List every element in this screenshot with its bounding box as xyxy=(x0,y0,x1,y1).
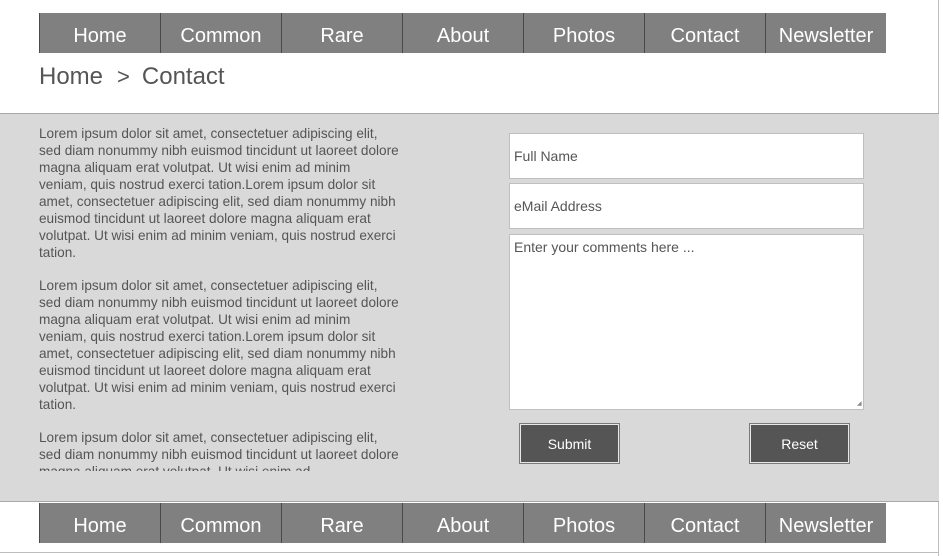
comments-field[interactable] xyxy=(509,234,864,410)
top-nav-common[interactable]: Common xyxy=(160,13,281,53)
top-nav-rare[interactable]: Rare xyxy=(281,13,402,53)
page-border-bottom xyxy=(0,552,939,553)
breadcrumb-separator: > xyxy=(117,64,130,89)
paragraph: Lorem ipsum dolor sit amet, consectetuer… xyxy=(39,430,399,471)
bottom-nav-rare[interactable]: Rare xyxy=(281,503,402,543)
bottom-nav-newsletter[interactable]: Newsletter xyxy=(765,503,886,543)
top-nav-about[interactable]: About xyxy=(402,13,523,53)
breadcrumb: Home > Contact xyxy=(39,62,225,92)
bottom-nav-contact[interactable]: Contact xyxy=(644,503,765,543)
breadcrumb-home[interactable]: Home xyxy=(39,62,103,92)
email-field[interactable] xyxy=(509,183,864,229)
submit-button[interactable]: Submit xyxy=(519,423,620,464)
full-name-field[interactable] xyxy=(509,133,864,179)
bottom-nav-photos[interactable]: Photos xyxy=(523,503,644,543)
paragraph: Lorem ipsum dolor sit amet, consectetuer… xyxy=(39,126,399,260)
bottom-nav-about[interactable]: About xyxy=(402,503,523,543)
bottom-nav: Home Common Rare About Photos Contact Ne… xyxy=(39,503,886,543)
top-nav: Home Common Rare About Photos Contact Ne… xyxy=(39,13,886,53)
top-nav-newsletter[interactable]: Newsletter xyxy=(765,13,886,53)
bottom-nav-common[interactable]: Common xyxy=(160,503,281,543)
bottom-nav-home[interactable]: Home xyxy=(39,503,160,543)
body-text: Lorem ipsum dolor sit amet, consectetuer… xyxy=(39,125,401,471)
top-nav-contact[interactable]: Contact xyxy=(644,13,765,53)
top-nav-home[interactable]: Home xyxy=(39,13,160,53)
paragraph: Lorem ipsum dolor sit amet, consectetuer… xyxy=(39,278,399,412)
breadcrumb-current: Contact xyxy=(141,63,225,90)
resize-grip-icon[interactable]: ◢ xyxy=(857,400,862,407)
top-nav-photos[interactable]: Photos xyxy=(523,13,644,53)
reset-button[interactable]: Reset xyxy=(749,423,850,464)
